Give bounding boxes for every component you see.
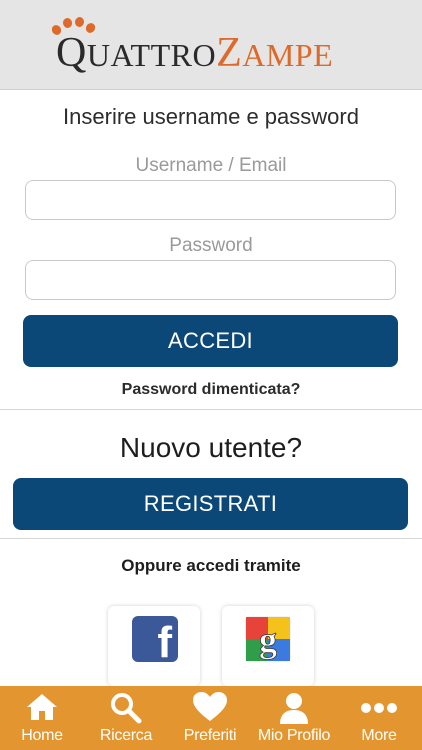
home-icon [27,694,57,720]
tab-home[interactable]: Home [0,686,84,750]
svg-text:g: g [259,620,277,660]
google-icon: g [245,616,291,662]
user-icon [280,693,308,724]
tab-label: Mio Profilo [257,727,331,744]
brand-logo: QUATTROZAMPE [56,30,334,76]
new-user-title: Nuovo utente? [119,432,303,463]
tab-mio-profilo[interactable]: Mio Profilo [252,686,336,750]
search-icon [111,693,142,724]
tab-label: More [361,727,397,744]
forgot-password-link[interactable]: Password dimenticata? [0,381,422,399]
password-input[interactable] [25,260,396,300]
login-intro: Inserire username e password [63,104,359,129]
facebook-icon: f [132,616,178,662]
tab-label: Ricerca [99,727,153,744]
username-label: Username / Email [135,155,287,176]
social-login-title: Oppure accedi tramite [121,556,301,575]
app-header: QUATTROZAMPE [0,0,422,90]
google-login-button[interactable]: g [222,606,314,686]
tab-label: Home [21,727,63,744]
divider [0,409,422,410]
divider [0,538,422,539]
register-button[interactable]: REGISTRATI [13,478,408,530]
tab-more[interactable]: More [336,686,422,750]
username-input[interactable] [25,180,396,220]
tab-preferiti[interactable]: Preferiti [168,686,252,750]
login-button[interactable]: ACCEDI [23,315,398,367]
tab-ricerca[interactable]: Ricerca [84,686,168,750]
heart-icon [193,692,227,721]
facebook-login-button[interactable]: f [108,606,200,686]
bottom-tab-bar: Home Ricerca Preferiti Mio Profilo More [0,686,422,750]
tab-label: Preferiti [183,727,237,744]
more-icon [361,703,397,713]
password-label: Password [169,235,253,256]
